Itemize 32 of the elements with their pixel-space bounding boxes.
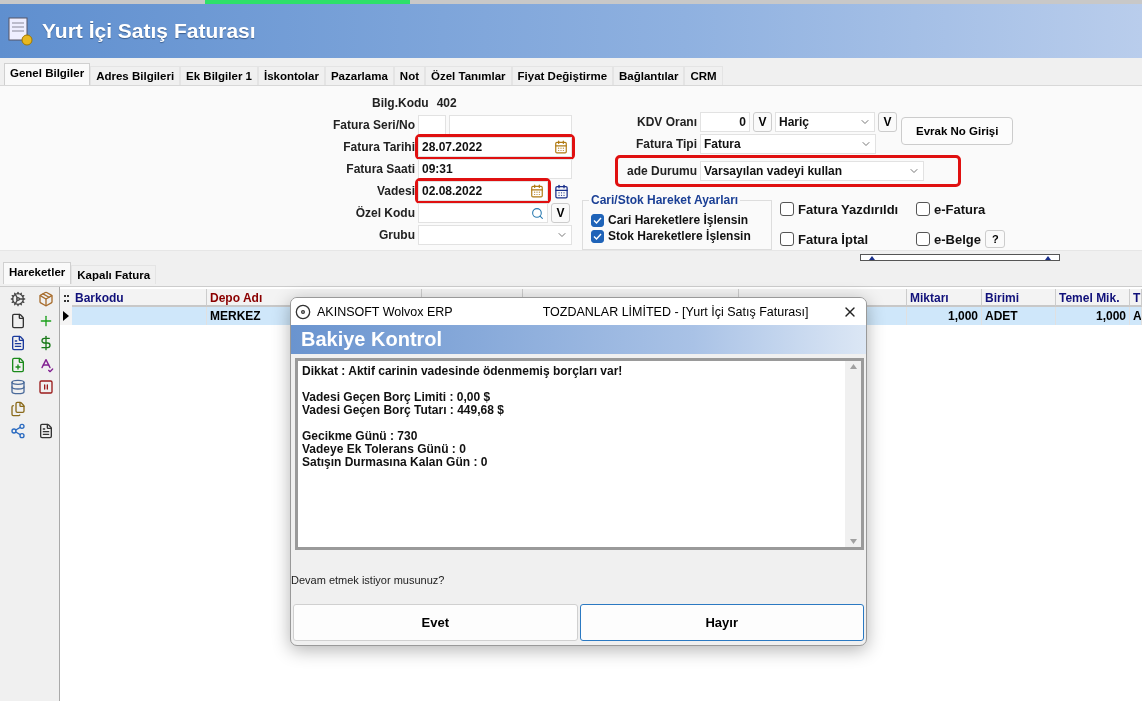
code-value: 402	[436, 96, 457, 110]
message-line: Dikkat : Aktif carinin vadesinde ödenmemiş borçları var!	[302, 365, 624, 378]
message-line: Vadesi Geçen Borç Limiti : 0,00 $	[302, 391, 492, 404]
table-cell: A	[1130, 307, 1142, 325]
field-label: Fatura Tarihi	[342, 140, 415, 154]
field-label: Bilg.Kodu	[372, 96, 429, 110]
field-label: Fatura Tipi	[634, 137, 697, 151]
table-cell: 1,000	[907, 307, 982, 325]
checkbox-label: e-Fatura	[934, 201, 986, 217]
dialog-title: TOZDANLAR LİMİTED - [Yurt İçi Satış Faturası]	[542, 304, 810, 319]
checkbox-label: e-Belge	[934, 231, 981, 247]
dialog-heading: Bakiye Kontrol	[291, 325, 866, 354]
field-label: Fatura Seri/No	[331, 118, 415, 132]
message-line: Vadesi Geçen Borç Tutarı : 449,68 $	[302, 404, 505, 417]
checkbox-label: Fatura Yazdırıldı	[798, 201, 899, 217]
table-cell: 1,000	[1056, 307, 1130, 325]
window-title: Yurt İçi Satış Faturası	[42, 19, 256, 43]
question-text: Devam etmek istiyor musunuz?	[291, 574, 446, 586]
checkbox-label: Stok Hareketlere İşlensin	[608, 229, 751, 243]
table-cell: ADET	[982, 307, 1056, 325]
checkbox-label: Fatura İptal	[798, 231, 869, 247]
field-label: Fatura Saati	[345, 162, 415, 176]
message-line: Gecikme Günü : 730	[302, 430, 419, 443]
field-label: Grubu	[378, 228, 415, 242]
field-label: ade Durumu	[626, 164, 697, 178]
field-label: KDV Oranı	[636, 115, 697, 129]
field-label: Vadesi	[375, 184, 415, 198]
checkbox-label: Cari Hareketlere İşlensin	[608, 213, 749, 227]
message-line: Satışın Durmasına Kalan Gün : 0	[302, 456, 489, 469]
message-line: Vadeye Ek Tolerans Günü : 0	[302, 443, 467, 456]
group-title: Cari/Stok Hareket Ayarları	[589, 193, 741, 207]
field-label: Özel Kodu	[354, 206, 415, 220]
